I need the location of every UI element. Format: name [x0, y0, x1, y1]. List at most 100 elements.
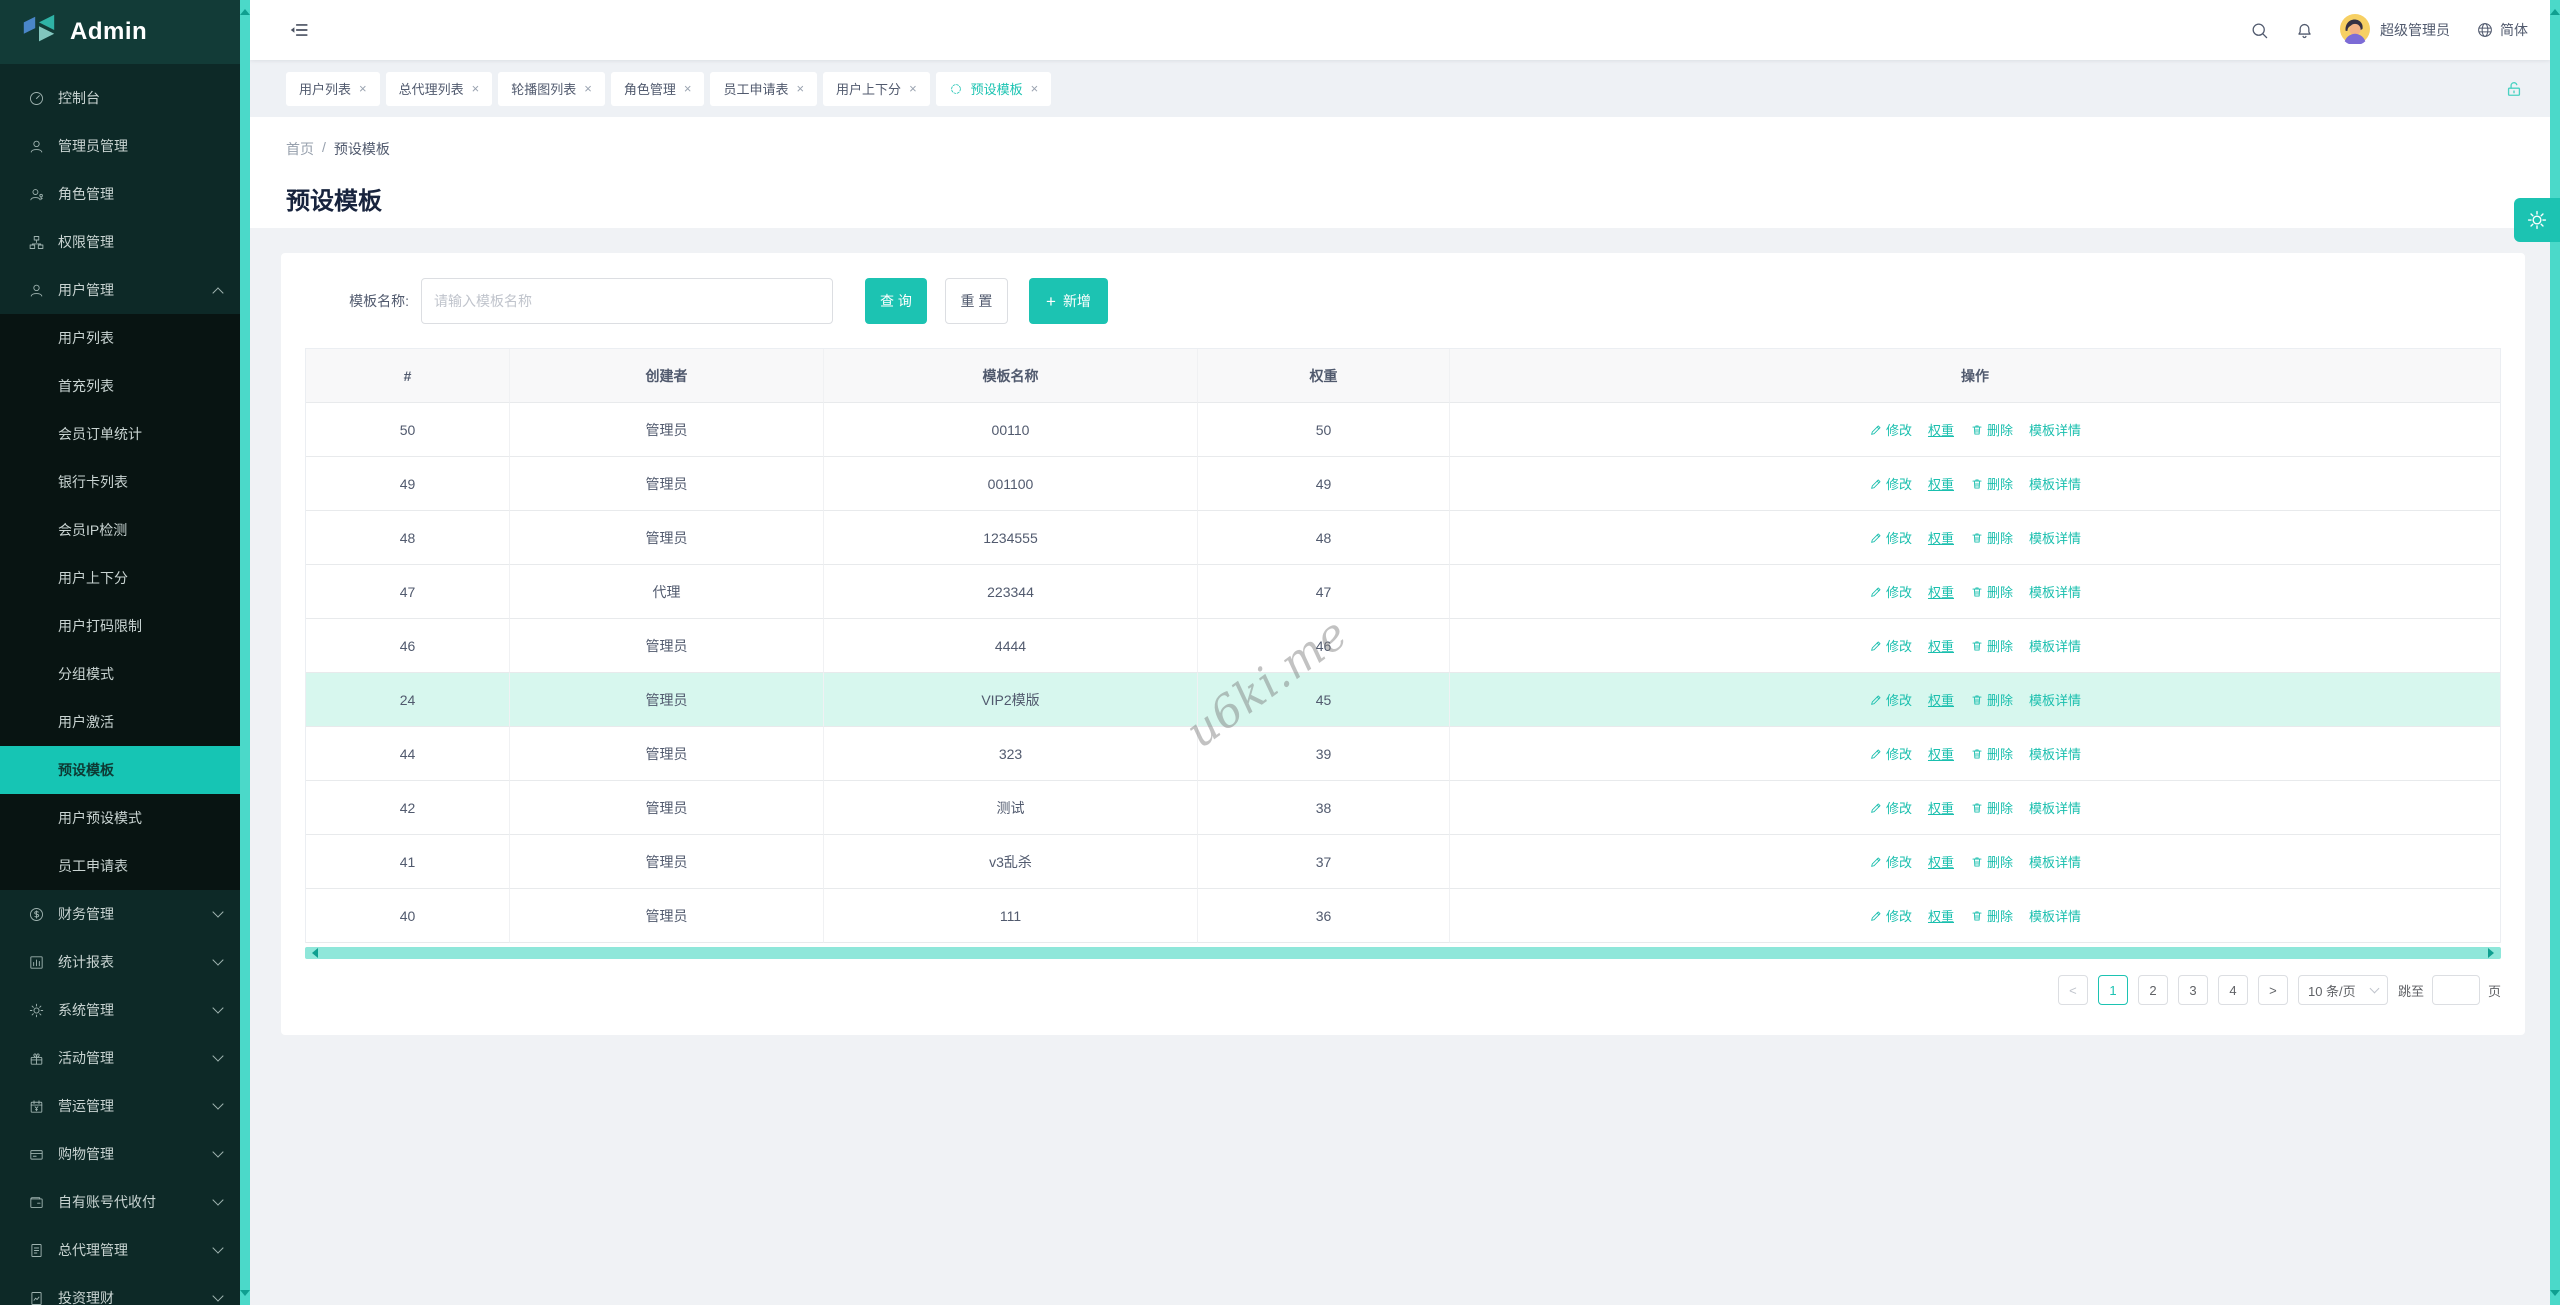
sidebar-item-15[interactable]: 用户预设模式	[0, 794, 240, 842]
tab-3[interactable]: 角色管理×	[611, 72, 705, 106]
delete-link[interactable]: 删除	[1970, 744, 2013, 763]
refresh-icon[interactable]	[949, 82, 963, 96]
table-row-5[interactable]: 24管理员VIP2模版45修改权重删除模板详情	[306, 673, 2500, 727]
template-detail-link[interactable]: 模板详情	[2029, 798, 2081, 817]
weight-link[interactable]: 权重	[1928, 582, 1954, 601]
add-button[interactable]: + 新增	[1029, 278, 1108, 324]
edit-link[interactable]: 修改	[1869, 636, 1912, 655]
sidebar-item-16[interactable]: 员工申请表	[0, 842, 240, 890]
tab-4[interactable]: 员工申请表×	[710, 72, 817, 106]
sidebar-item-2[interactable]: 角色管理	[0, 170, 240, 218]
tab-1[interactable]: 总代理列表×	[386, 72, 493, 106]
template-detail-link[interactable]: 模板详情	[2029, 636, 2081, 655]
sidebar-item-11[interactable]: 用户打码限制	[0, 602, 240, 650]
table-row-1[interactable]: 49管理员00110049修改权重删除模板详情	[306, 457, 2500, 511]
edit-link[interactable]: 修改	[1869, 906, 1912, 925]
delete-link[interactable]: 删除	[1970, 420, 2013, 439]
template-detail-link[interactable]: 模板详情	[2029, 420, 2081, 439]
weight-link[interactable]: 权重	[1928, 690, 1954, 709]
table-horizontal-scrollbar[interactable]	[305, 947, 2501, 959]
sidebar-item-20[interactable]: 活动管理	[0, 1034, 240, 1082]
breadcrumb-home[interactable]: 首页	[286, 139, 314, 159]
tab-close-icon[interactable]: ×	[472, 81, 480, 96]
sidebar-item-7[interactable]: 会员订单统计	[0, 410, 240, 458]
sidebar-item-9[interactable]: 会员IP检测	[0, 506, 240, 554]
template-detail-link[interactable]: 模板详情	[2029, 528, 2081, 547]
tab-close-icon[interactable]: ×	[359, 81, 367, 96]
delete-link[interactable]: 删除	[1970, 528, 2013, 547]
table-row-0[interactable]: 50管理员0011050修改权重删除模板详情	[306, 403, 2500, 457]
sidebar-item-23[interactable]: 自有账号代收付	[0, 1178, 240, 1226]
table-row-6[interactable]: 44管理员32339修改权重删除模板详情	[306, 727, 2500, 781]
template-detail-link[interactable]: 模板详情	[2029, 906, 2081, 925]
delete-link[interactable]: 删除	[1970, 690, 2013, 709]
tab-close-icon[interactable]: ×	[584, 81, 592, 96]
weight-link[interactable]: 权重	[1928, 528, 1954, 547]
tab-close-icon[interactable]: ×	[684, 81, 692, 96]
scroll-down-arrow-icon[interactable]	[240, 1290, 250, 1301]
search-button[interactable]: 查 询	[865, 278, 927, 324]
delete-link[interactable]: 删除	[1970, 582, 2013, 601]
sidebar-item-10[interactable]: 用户上下分	[0, 554, 240, 602]
sidebar-item-3[interactable]: 权限管理	[0, 218, 240, 266]
tab-5[interactable]: 用户上下分×	[823, 72, 930, 106]
language-switcher[interactable]: 简体	[2476, 20, 2528, 40]
template-detail-link[interactable]: 模板详情	[2029, 582, 2081, 601]
sidebar-item-0[interactable]: 控制台	[0, 74, 240, 122]
weight-link[interactable]: 权重	[1928, 744, 1954, 763]
lock-tabs-icon[interactable]	[2504, 79, 2524, 99]
template-detail-link[interactable]: 模板详情	[2029, 690, 2081, 709]
sidebar-item-13[interactable]: 用户激活	[0, 698, 240, 746]
delete-link[interactable]: 删除	[1970, 798, 2013, 817]
prev-page-button[interactable]: <	[2058, 975, 2088, 1005]
table-row-7[interactable]: 42管理员测试38修改权重删除模板详情	[306, 781, 2500, 835]
edit-link[interactable]: 修改	[1869, 528, 1912, 547]
reset-button[interactable]: 重 置	[945, 278, 1008, 324]
delete-link[interactable]: 删除	[1970, 636, 2013, 655]
sidebar-item-18[interactable]: 统计报表	[0, 938, 240, 986]
page-button-1[interactable]: 1	[2098, 975, 2128, 1005]
delete-link[interactable]: 删除	[1970, 906, 2013, 925]
sidebar-collapse-icon[interactable]	[288, 19, 310, 41]
edit-link[interactable]: 修改	[1869, 798, 1912, 817]
template-detail-link[interactable]: 模板详情	[2029, 474, 2081, 493]
scroll-right-arrow-icon[interactable]	[2488, 948, 2499, 958]
edit-link[interactable]: 修改	[1869, 474, 1912, 493]
weight-link[interactable]: 权重	[1928, 474, 1954, 493]
weight-link[interactable]: 权重	[1928, 636, 1954, 655]
tab-2[interactable]: 轮播图列表×	[498, 72, 605, 106]
page-scrollbar[interactable]	[2550, 0, 2560, 1305]
weight-link[interactable]: 权重	[1928, 852, 1954, 871]
sidebar-item-21[interactable]: 营运管理	[0, 1082, 240, 1130]
tab-close-icon[interactable]: ×	[796, 81, 804, 96]
user-menu[interactable]: 超级管理员	[2340, 14, 2450, 47]
template-detail-link[interactable]: 模板详情	[2029, 744, 2081, 763]
sidebar-scrollbar[interactable]	[240, 0, 250, 1305]
edit-link[interactable]: 修改	[1869, 582, 1912, 601]
theme-settings-button[interactable]	[2514, 198, 2560, 242]
sidebar-item-1[interactable]: 管理员管理	[0, 122, 240, 170]
weight-link[interactable]: 权重	[1928, 420, 1954, 439]
page-button-2[interactable]: 2	[2138, 975, 2168, 1005]
delete-link[interactable]: 删除	[1970, 474, 2013, 493]
edit-link[interactable]: 修改	[1869, 690, 1912, 709]
search-icon[interactable]	[2250, 21, 2269, 40]
sidebar-item-19[interactable]: 系统管理	[0, 986, 240, 1034]
sidebar-item-22[interactable]: 购物管理	[0, 1130, 240, 1178]
weight-link[interactable]: 权重	[1928, 798, 1954, 817]
scroll-up-arrow-icon[interactable]	[240, 4, 250, 15]
tab-close-icon[interactable]: ×	[1031, 81, 1039, 96]
notification-bell-icon[interactable]	[2295, 21, 2314, 40]
table-row-2[interactable]: 48管理员123455548修改权重删除模板详情	[306, 511, 2500, 565]
delete-link[interactable]: 删除	[1970, 852, 2013, 871]
tab-6-active[interactable]: 预设模板×	[936, 72, 1052, 106]
sidebar-item-6[interactable]: 首充列表	[0, 362, 240, 410]
tab-0[interactable]: 用户列表×	[286, 72, 380, 106]
table-row-8[interactable]: 41管理员v3乱杀37修改权重删除模板详情	[306, 835, 2500, 889]
edit-link[interactable]: 修改	[1869, 852, 1912, 871]
scroll-up-arrow-icon[interactable]	[2550, 4, 2560, 15]
table-row-9[interactable]: 40管理员11136修改权重删除模板详情	[306, 889, 2500, 943]
tab-close-icon[interactable]: ×	[909, 81, 917, 96]
scroll-down-arrow-icon[interactable]	[2550, 1290, 2560, 1301]
sidebar-item-17[interactable]: 财务管理	[0, 890, 240, 938]
